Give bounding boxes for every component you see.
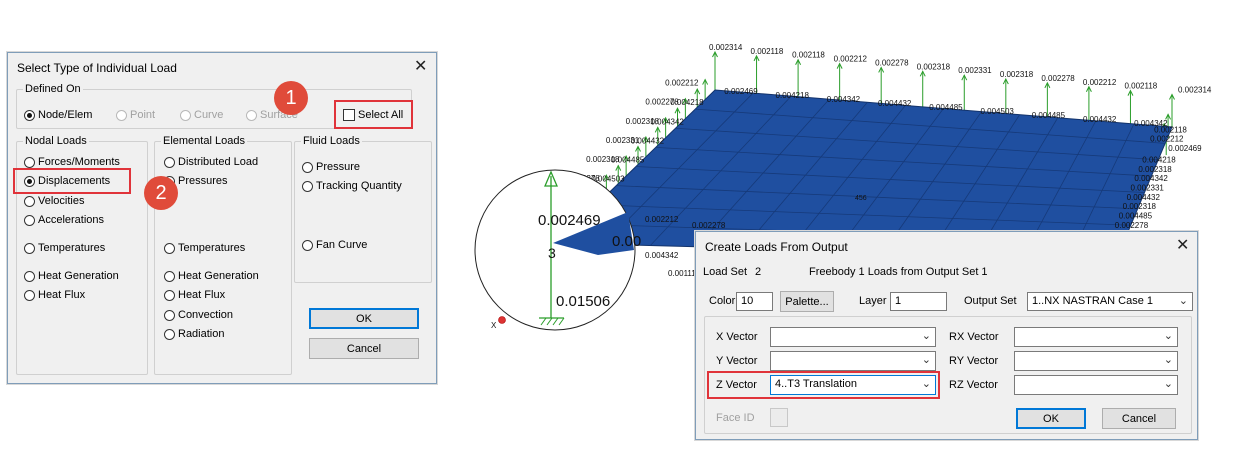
- right-value-label: 0.004485: [1119, 212, 1153, 221]
- left-value-label: 0.002212: [665, 79, 699, 88]
- top-value-label: 0.002118: [792, 51, 825, 60]
- chevron-down-icon: ⌄: [921, 354, 931, 366]
- bottom-value-label: 0.004342: [645, 251, 679, 260]
- top-value-label: 0.002278: [1041, 74, 1075, 83]
- bottom-value-label: 0.00111: [668, 269, 696, 278]
- left-value-label: 0.002318: [586, 155, 620, 164]
- right-value-label: 0.002469: [1168, 144, 1202, 153]
- color-input[interactable]: 10: [736, 292, 773, 311]
- zoom-node-label: 3: [548, 245, 556, 261]
- zoom-value-bottom: 0.01506: [556, 293, 610, 310]
- x-vector-label: X Vector: [716, 331, 758, 343]
- x-vector-select[interactable]: ⌄: [770, 327, 936, 347]
- output-set-select[interactable]: 1..NX NASTRAN Case 1 ⌄: [1027, 292, 1193, 311]
- inner-value-label: 0.004485: [929, 103, 963, 112]
- layer-input[interactable]: 1: [890, 292, 947, 311]
- top-value-label: 0.002278: [875, 58, 909, 67]
- right-value-label: 0.002331: [1131, 184, 1165, 193]
- ok-button[interactable]: OK: [1016, 408, 1086, 429]
- color-label: Color: [709, 295, 736, 307]
- layer-label: Layer: [859, 295, 887, 307]
- inner-value-label: 0.004503: [980, 107, 1014, 116]
- inner-value-label: 0.004218: [776, 91, 810, 100]
- right-value-label: 0.002118: [1154, 125, 1187, 134]
- face-id-input[interactable]: [770, 408, 788, 427]
- inner-value-label: 0.002469: [724, 87, 758, 96]
- right-value-label: 0.004432: [1127, 193, 1161, 202]
- chevron-down-icon: ⌄: [1163, 354, 1173, 366]
- left-value-label: 0.002318: [626, 117, 660, 126]
- top-value-label: 0.002314: [1178, 86, 1212, 95]
- left-value-label: 0.002278: [645, 98, 679, 107]
- freebody-text: Freebody 1 Loads from Output Set 1: [809, 266, 988, 278]
- rx-vector-select[interactable]: ⌄: [1014, 327, 1178, 347]
- bottom-value-label: 0.002278: [692, 221, 726, 230]
- y-vector-select[interactable]: ⌄: [770, 351, 936, 371]
- inner-value-label: 0.004432: [1083, 115, 1117, 124]
- inner-value-label: 0.004342: [827, 95, 861, 104]
- rx-vector-label: RX Vector: [949, 331, 999, 343]
- chevron-down-icon: ⌄: [921, 330, 931, 342]
- y-vector-label: Y Vector: [716, 355, 758, 367]
- center-node-label: 456: [855, 195, 867, 202]
- zoom-value-top: 0.002469: [538, 212, 601, 229]
- cancel-button[interactable]: Cancel: [1102, 408, 1176, 429]
- right-value-label: 0.004218: [1142, 155, 1176, 164]
- chevron-down-icon: ⌄: [1163, 378, 1173, 390]
- inner-value-label: 0.004432: [878, 99, 912, 108]
- zoom-partial-label: 0.00: [612, 233, 641, 250]
- chevron-down-icon: ⌄: [1163, 330, 1173, 342]
- bottom-value-label: 0.002212: [645, 215, 679, 224]
- load-set-value: 2: [755, 266, 762, 278]
- right-value-label: 0.002318: [1123, 202, 1157, 211]
- dialog-title: Create Loads From Output: [705, 240, 848, 254]
- right-value-label: 0.002278: [1115, 221, 1149, 230]
- chevron-down-icon: ⌄: [1178, 295, 1188, 307]
- right-value-label: 0.004342: [1134, 174, 1168, 183]
- axis-x-label: X: [491, 321, 497, 330]
- origin-marker-icon: [498, 316, 506, 324]
- top-value-label: 0.002314: [709, 43, 743, 52]
- rz-vector-label: RZ Vector: [949, 379, 998, 391]
- palette-button[interactable]: Palette...: [780, 291, 834, 312]
- output-set-label: Output Set: [964, 295, 1017, 307]
- face-id-label: Face ID: [716, 412, 755, 424]
- top-value-label: 0.002318: [1000, 70, 1034, 79]
- right-value-label: 0.002318: [1138, 165, 1172, 174]
- ry-vector-label: RY Vector: [949, 355, 999, 367]
- left-value-label: 0.002331: [606, 136, 640, 145]
- close-icon[interactable]: ✕: [1176, 238, 1189, 254]
- top-value-label: 0.002118: [1124, 82, 1157, 91]
- top-value-label: 0.002331: [958, 66, 992, 75]
- create-loads-dialog: Create Loads From Output ✕ Load Set 2 Fr…: [695, 231, 1198, 440]
- load-set-label: Load Set: [703, 266, 748, 278]
- top-value-label: 0.002212: [834, 55, 868, 64]
- z-vector-highlight: [707, 371, 940, 399]
- right-value-label: 0.002212: [1150, 135, 1184, 144]
- top-value-label: 0.002318: [917, 62, 951, 71]
- top-value-label: 0.002118: [751, 47, 784, 56]
- ry-vector-select[interactable]: ⌄: [1014, 351, 1178, 371]
- top-value-label: 0.002212: [1083, 78, 1117, 87]
- rz-vector-select[interactable]: ⌄: [1014, 375, 1178, 395]
- inner-value-label: 0.004485: [1032, 111, 1066, 120]
